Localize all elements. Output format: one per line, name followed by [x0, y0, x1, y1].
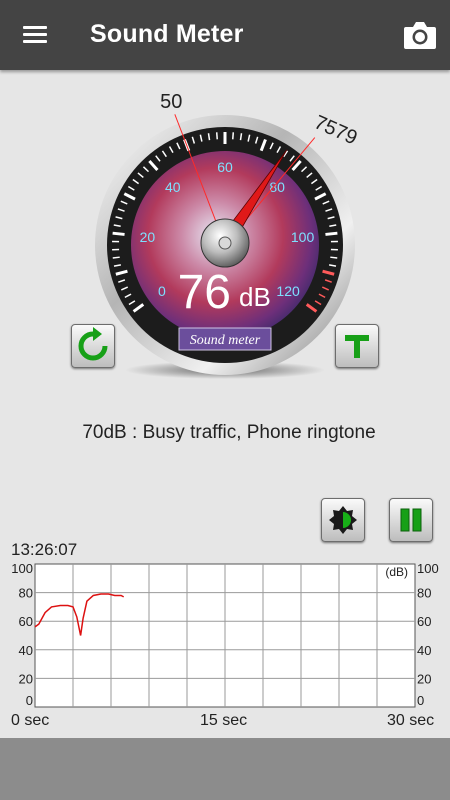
- camera-button[interactable]: [398, 16, 440, 54]
- y-tick-left: 0: [26, 693, 33, 708]
- brand-label: Sound meter: [190, 333, 261, 348]
- gauge-scale-label: 40: [165, 179, 181, 195]
- db-line-chart: 100 80 60 40 20 0 100 80 60 40 20 0 (dB): [11, 561, 439, 708]
- y-tick-right: 60: [417, 614, 431, 629]
- app-bar: Sound Meter: [0, 0, 450, 70]
- gauge-tick: [330, 256, 338, 259]
- brightness-icon: [329, 506, 357, 534]
- reset-button[interactable]: [71, 324, 115, 368]
- x-label-start: 0 sec: [11, 712, 50, 729]
- hamburger-menu-icon: [23, 26, 47, 29]
- graph-timestamp: 13:26:07: [11, 540, 78, 559]
- y-tick-right: 40: [417, 643, 431, 658]
- y-tick-left: 20: [19, 671, 33, 686]
- y-tick-right: 0: [417, 693, 424, 708]
- contrast-button[interactable]: [321, 498, 365, 542]
- sound-gauge: 0 20 40 60 80 100 120 50 7579 76 dB Sound meter: [85, 90, 375, 390]
- gauge-tick: [207, 133, 211, 141]
- max-marker-label: 7579: [311, 111, 361, 149]
- gauge-scale-label: 120: [276, 283, 300, 299]
- current-db-value: 76: [178, 266, 231, 319]
- db-history-graph: 100 80 60 40 20 0 100 80 60 40 20 0 (dB): [0, 558, 450, 738]
- gauge-scale-label: 100: [291, 229, 315, 245]
- x-label-mid: 15 sec: [200, 712, 248, 729]
- y-tick-right: 100: [417, 561, 439, 576]
- t-letter-icon: [345, 335, 369, 358]
- refresh-icon: [78, 327, 108, 361]
- gauge-tick: [112, 231, 125, 236]
- top-button[interactable]: [335, 324, 379, 368]
- pause-button[interactable]: [389, 498, 433, 542]
- menu-button[interactable]: [14, 20, 56, 50]
- x-label-end: 30 sec: [387, 712, 435, 729]
- graph-unit-label: (dB): [385, 565, 408, 579]
- gauge-dial: 0 20 40 60 80 100 120 50 7579 76 dB Sound meter: [95, 91, 361, 379]
- gauge-tick: [239, 133, 243, 141]
- y-tick-left: 60: [19, 614, 33, 629]
- gauge-scale-label: 0: [158, 283, 166, 299]
- y-tick-left: 80: [19, 586, 33, 601]
- min-marker-label: 50: [160, 91, 182, 113]
- app-title: Sound Meter: [90, 20, 244, 48]
- gauge-tick: [325, 231, 338, 236]
- gauge-scale-label: 80: [269, 179, 285, 195]
- y-tick-right: 20: [417, 671, 431, 686]
- y-tick-left: 40: [19, 643, 33, 658]
- pause-icon: [400, 508, 422, 532]
- system-nav-bar: [0, 738, 450, 800]
- gauge-scale-label: 60: [217, 159, 233, 175]
- gauge-tick: [112, 256, 120, 259]
- y-tick-left: 100: [11, 561, 33, 576]
- gauge-tick: [215, 132, 218, 140]
- gauge-scale-label: 20: [140, 229, 156, 245]
- gauge-tick: [232, 132, 235, 140]
- y-tick-right: 80: [417, 586, 431, 601]
- db-unit: dB: [239, 282, 271, 312]
- noise-description: 70dB : Busy traffic, Phone ringtone: [82, 422, 376, 443]
- camera-icon: [404, 22, 436, 49]
